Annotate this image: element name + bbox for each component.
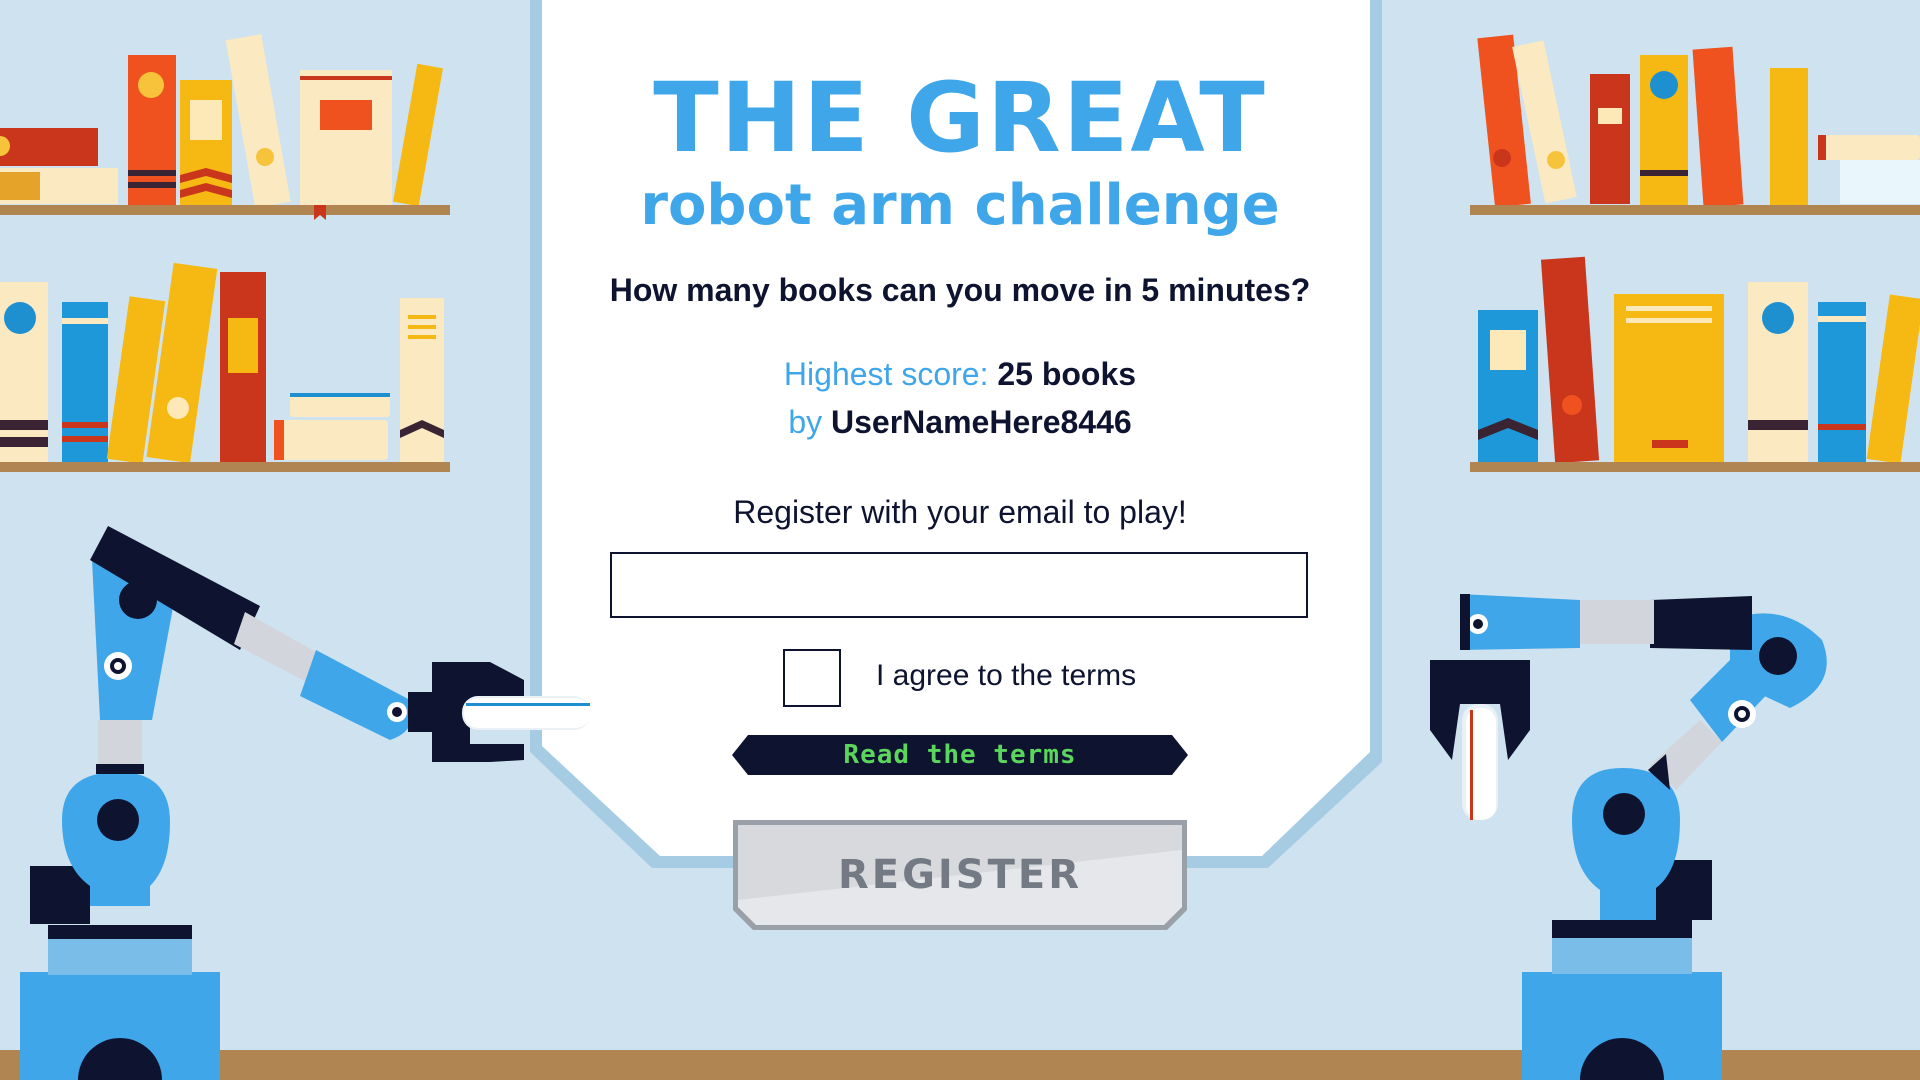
agree-terms-checkbox[interactable]	[783, 649, 841, 707]
registration-panel: THE GREAT robot arm challenge How many b…	[0, 0, 1920, 1080]
title-line-1: THE GREAT	[653, 62, 1267, 174]
question-text: How many books can you move in 5 minutes…	[609, 272, 1311, 308]
register-button[interactable]: REGISTER	[733, 820, 1187, 930]
highest-score-label: Highest score:	[783, 356, 989, 392]
highest-score-value: 25 books	[997, 356, 1137, 392]
highest-score: Highest score: 25 books	[540, 356, 1380, 393]
highest-score-by: by UserNameHere8446	[540, 404, 1380, 441]
title-line-2: robot arm challenge	[640, 173, 1280, 238]
register-prompt: Register with your email to play!	[733, 494, 1187, 530]
top-username: UserNameHere8446	[831, 404, 1132, 440]
read-terms-button[interactable]: Read the terms	[732, 735, 1188, 775]
register-button-label: REGISTER	[837, 852, 1083, 898]
by-label: by	[788, 404, 823, 440]
agree-terms-label: I agree to the terms	[876, 659, 1137, 692]
read-terms-label: Read the terms	[843, 740, 1077, 770]
email-field[interactable]	[610, 552, 1308, 618]
